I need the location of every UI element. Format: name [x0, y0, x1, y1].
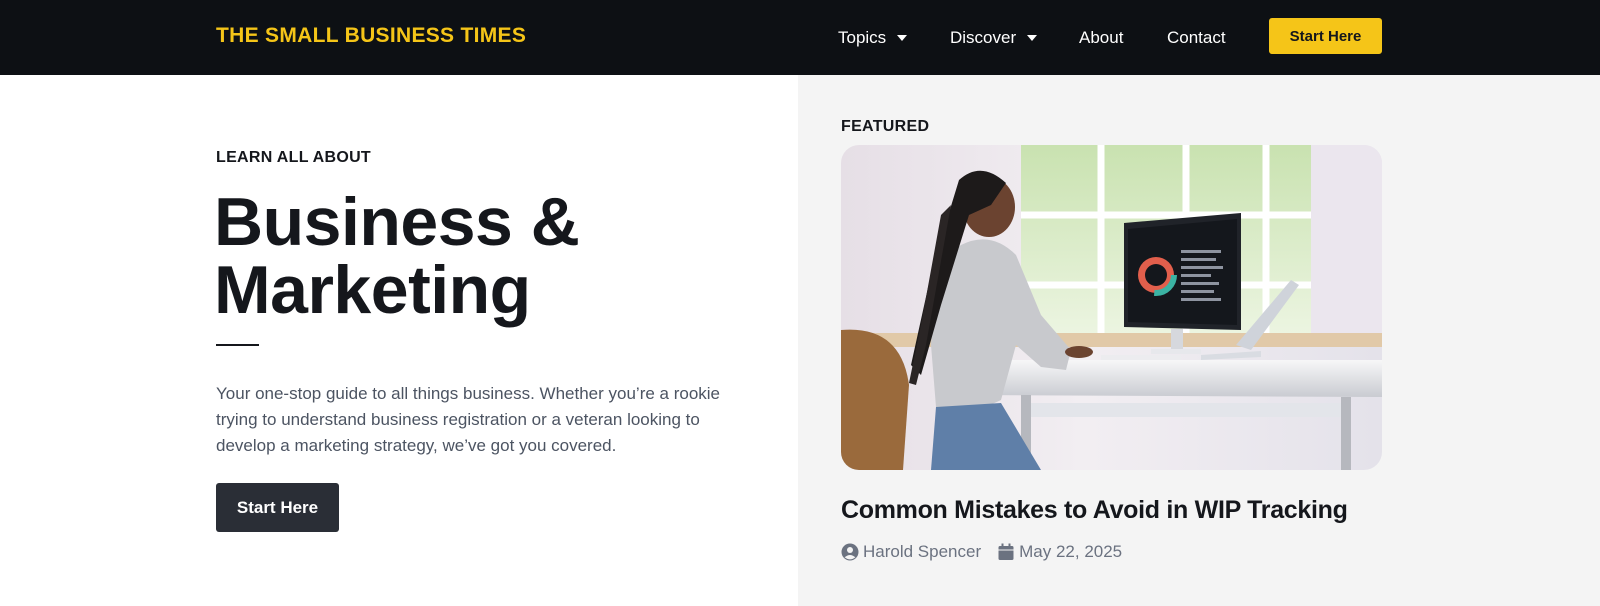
hero-title-line1: Business & [214, 184, 580, 260]
author-name[interactable]: Harold Spencer [863, 542, 981, 562]
nav-about[interactable]: About [1079, 27, 1123, 49]
featured-label: FEATURED [841, 118, 930, 135]
nav-about-label: About [1079, 28, 1124, 47]
nav-topics-label: Topics [838, 28, 887, 47]
nav-discover-label: Discover [950, 28, 1017, 47]
featured-article-image[interactable] [841, 145, 1382, 470]
featured-article-title[interactable]: Common Mistakes to Avoid in WIP Tracking [841, 496, 1348, 525]
nav-topics[interactable]: Topics [838, 27, 908, 49]
hero-divider [216, 344, 259, 346]
caret-down-icon [897, 35, 908, 41]
header-start-here-button[interactable]: Start Here [1269, 18, 1382, 54]
site-logo[interactable]: THE SMALL BUSINESS TIMES [216, 24, 526, 48]
hero-title-line2: Marketing [214, 252, 531, 328]
user-circle-icon [841, 543, 859, 561]
hero-eyebrow: LEARN ALL ABOUT [216, 149, 372, 166]
nav-discover[interactable]: Discover [950, 27, 1038, 49]
nav-contact-label: Contact [1167, 28, 1226, 47]
site-header: THE SMALL BUSINESS TIMES Topics Discover… [0, 0, 1600, 75]
hero-description: Your one-stop guide to all things busine… [216, 384, 721, 455]
featured-article-meta: Harold Spencer May 22, 2025 [841, 542, 1122, 562]
publish-date: May 22, 2025 [1019, 542, 1123, 561]
photo-woman-at-computer [841, 145, 1382, 470]
caret-down-icon [1027, 35, 1038, 41]
hero-start-here-button[interactable]: Start Here [216, 483, 339, 532]
nav-contact[interactable]: Contact [1167, 27, 1226, 49]
hero-title: Business & Marketing [214, 188, 774, 324]
calendar-icon [998, 543, 1014, 560]
